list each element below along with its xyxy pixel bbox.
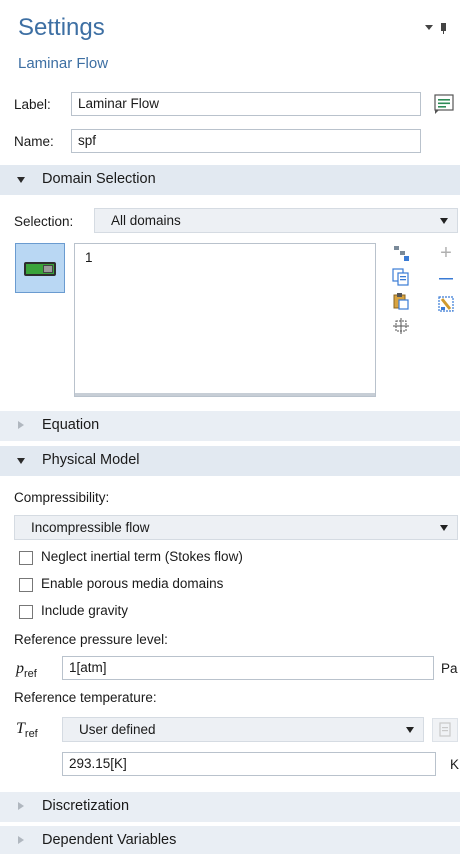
horizontal-scrollbar[interactable] — [75, 393, 375, 396]
clipboard-icon[interactable] — [392, 292, 410, 310]
ref-pressure-input[interactable]: 1[atm] — [62, 656, 434, 680]
add-icon[interactable]: + — [437, 243, 455, 263]
go-to-source-button[interactable] — [432, 718, 458, 742]
section-equation[interactable]: Equation — [0, 411, 460, 441]
dropdown-arrow-icon — [440, 218, 448, 224]
section-discretization[interactable]: Discretization — [0, 792, 460, 822]
name-caption: Name: — [14, 134, 54, 149]
paste-selection-icon[interactable] — [392, 244, 410, 262]
selection-dropdown[interactable]: All domains — [94, 208, 458, 233]
ref-pressure-unit: Pa — [441, 661, 458, 676]
ref-temperature-caption: Reference temperature: — [14, 690, 157, 705]
ref-temperature-input[interactable]: 293.15[K] — [62, 752, 436, 776]
copy-selection-icon[interactable] — [392, 268, 410, 286]
porous-media-checkbox[interactable] — [19, 578, 33, 592]
section-equation-label: Equation — [42, 417, 100, 433]
section-dependent-variables-label: Dependent Variables — [42, 832, 177, 848]
section-discretization-label: Discretization — [42, 798, 130, 814]
name-input[interactable]: spf — [71, 129, 421, 153]
chevron-right-icon — [18, 421, 24, 429]
toggle-icon — [24, 262, 56, 276]
ref-temperature-mode-dropdown[interactable]: User defined — [62, 717, 424, 742]
compressibility-caption: Compressibility: — [14, 490, 110, 505]
chevron-down-icon — [17, 458, 25, 464]
pin-icon[interactable] — [424, 22, 450, 34]
node-subtitle: Laminar Flow — [18, 55, 109, 72]
remove-icon[interactable] — [437, 270, 455, 288]
dropdown-arrow-icon — [406, 727, 414, 733]
section-physical-model[interactable]: Physical Model — [0, 446, 460, 476]
compressibility-dropdown-value: Incompressible flow — [31, 520, 150, 535]
active-selection-toggle-button[interactable] — [15, 243, 65, 293]
clear-selection-icon[interactable] — [437, 295, 455, 313]
section-dependent-variables[interactable]: Dependent Variables — [0, 826, 460, 854]
window-menu-icon[interactable] — [424, 22, 450, 37]
domain-list[interactable]: 1 — [74, 243, 376, 397]
zoom-to-selection-icon[interactable] — [392, 317, 410, 335]
section-physical-model-label: Physical Model — [42, 452, 140, 468]
ref-temperature-unit: K — [450, 757, 460, 772]
dropdown-arrow-icon — [440, 525, 448, 531]
porous-media-label: Enable porous media domains — [41, 576, 224, 591]
selection-dropdown-value: All domains — [111, 213, 181, 228]
include-gravity-checkbox[interactable] — [19, 605, 33, 619]
t-ref-symbol: Tref — [16, 720, 38, 741]
p-ref-symbol: pref — [16, 660, 37, 681]
page-title: Settings — [18, 14, 105, 41]
chevron-right-icon — [18, 836, 24, 844]
go-to-source-icon — [439, 722, 451, 737]
section-domain-selection[interactable]: Domain Selection — [0, 165, 460, 195]
chevron-right-icon — [18, 802, 24, 810]
section-domain-selection-label: Domain Selection — [42, 171, 156, 187]
list-item[interactable]: 1 — [85, 250, 93, 265]
compressibility-dropdown[interactable]: Incompressible flow — [14, 515, 458, 540]
ref-temperature-mode-value: User defined — [79, 722, 156, 737]
edit-label-icon[interactable] — [433, 93, 457, 115]
neglect-inertial-label: Neglect inertial term (Stokes flow) — [41, 549, 243, 564]
label-caption: Label: — [14, 97, 51, 112]
include-gravity-label: Include gravity — [41, 603, 129, 618]
ref-pressure-caption: Reference pressure level: — [14, 632, 168, 647]
selection-caption: Selection: — [14, 214, 74, 229]
label-input[interactable]: Laminar Flow — [71, 92, 421, 116]
neglect-inertial-checkbox[interactable] — [19, 551, 33, 565]
chevron-down-icon — [17, 177, 25, 183]
